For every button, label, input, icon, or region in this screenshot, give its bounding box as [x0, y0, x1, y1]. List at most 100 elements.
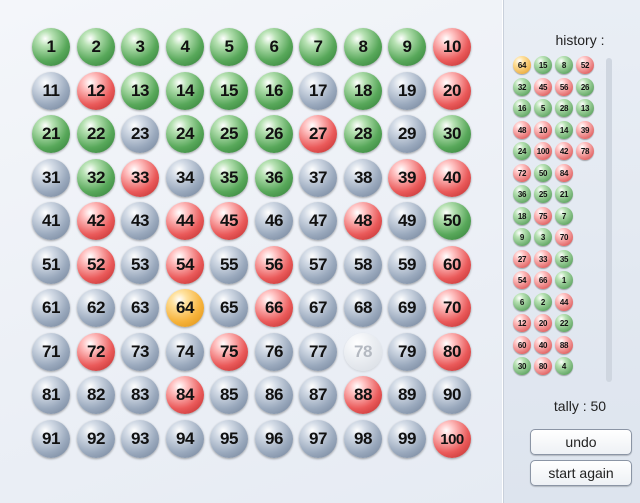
number-ball-18[interactable]: 18 — [344, 72, 382, 110]
number-ball-33[interactable]: 33 — [121, 159, 159, 197]
number-ball-54[interactable]: 54 — [166, 246, 204, 284]
number-ball-21[interactable]: 21 — [32, 115, 70, 153]
number-ball-87[interactable]: 87 — [299, 376, 337, 414]
number-ball-97[interactable]: 97 — [299, 420, 337, 458]
number-ball-81[interactable]: 81 — [32, 376, 70, 414]
number-ball-90[interactable]: 90 — [433, 376, 471, 414]
number-ball-10[interactable]: 10 — [433, 28, 471, 66]
number-ball-73[interactable]: 73 — [121, 333, 159, 371]
number-ball-55[interactable]: 55 — [210, 246, 248, 284]
number-ball-36[interactable]: 36 — [255, 159, 293, 197]
number-ball-69[interactable]: 69 — [388, 289, 426, 327]
number-ball-22[interactable]: 22 — [77, 115, 115, 153]
number-ball-79[interactable]: 79 — [388, 333, 426, 371]
number-ball-60[interactable]: 60 — [433, 246, 471, 284]
number-ball-35[interactable]: 35 — [210, 159, 248, 197]
number-ball-26[interactable]: 26 — [255, 115, 293, 153]
number-ball-96[interactable]: 96 — [255, 420, 293, 458]
number-ball-32[interactable]: 32 — [77, 159, 115, 197]
number-ball-39[interactable]: 39 — [388, 159, 426, 197]
number-ball-64[interactable]: 64 — [166, 289, 204, 327]
number-ball-47[interactable]: 47 — [299, 202, 337, 240]
number-ball-63[interactable]: 63 — [121, 289, 159, 327]
history-scrollbar[interactable] — [606, 58, 612, 382]
number-ball-1[interactable]: 1 — [32, 28, 70, 66]
number-ball-93[interactable]: 93 — [121, 420, 159, 458]
number-ball-58[interactable]: 58 — [344, 246, 382, 284]
number-ball-46[interactable]: 46 — [255, 202, 293, 240]
number-ball-43[interactable]: 43 — [121, 202, 159, 240]
number-ball-83[interactable]: 83 — [121, 376, 159, 414]
number-ball-92[interactable]: 92 — [77, 420, 115, 458]
number-ball-25[interactable]: 25 — [210, 115, 248, 153]
number-ball-24[interactable]: 24 — [166, 115, 204, 153]
number-ball-37[interactable]: 37 — [299, 159, 337, 197]
number-ball-44[interactable]: 44 — [166, 202, 204, 240]
number-ball-56[interactable]: 56 — [255, 246, 293, 284]
number-ball-4[interactable]: 4 — [166, 28, 204, 66]
number-ball-7[interactable]: 7 — [299, 28, 337, 66]
number-ball-61[interactable]: 61 — [32, 289, 70, 327]
start-again-button[interactable]: start again — [530, 460, 632, 486]
number-ball-12[interactable]: 12 — [77, 72, 115, 110]
number-ball-19[interactable]: 19 — [388, 72, 426, 110]
number-ball-20[interactable]: 20 — [433, 72, 471, 110]
number-ball-41[interactable]: 41 — [32, 202, 70, 240]
number-ball-77[interactable]: 77 — [299, 333, 337, 371]
number-ball-57[interactable]: 57 — [299, 246, 337, 284]
number-ball-2[interactable]: 2 — [77, 28, 115, 66]
number-ball-31[interactable]: 31 — [32, 159, 70, 197]
number-ball-100[interactable]: 100 — [433, 420, 471, 458]
number-ball-72[interactable]: 72 — [77, 333, 115, 371]
number-ball-30[interactable]: 30 — [433, 115, 471, 153]
number-ball-78[interactable]: 78 — [344, 333, 382, 371]
number-ball-70[interactable]: 70 — [433, 289, 471, 327]
number-ball-45[interactable]: 45 — [210, 202, 248, 240]
number-ball-62[interactable]: 62 — [77, 289, 115, 327]
number-ball-74[interactable]: 74 — [166, 333, 204, 371]
number-ball-85[interactable]: 85 — [210, 376, 248, 414]
number-ball-17[interactable]: 17 — [299, 72, 337, 110]
number-ball-50[interactable]: 50 — [433, 202, 471, 240]
number-ball-88[interactable]: 88 — [344, 376, 382, 414]
number-ball-82[interactable]: 82 — [77, 376, 115, 414]
number-ball-6[interactable]: 6 — [255, 28, 293, 66]
number-ball-9[interactable]: 9 — [388, 28, 426, 66]
number-ball-15[interactable]: 15 — [210, 72, 248, 110]
number-ball-75[interactable]: 75 — [210, 333, 248, 371]
number-ball-76[interactable]: 76 — [255, 333, 293, 371]
number-ball-86[interactable]: 86 — [255, 376, 293, 414]
number-ball-53[interactable]: 53 — [121, 246, 159, 284]
number-ball-91[interactable]: 91 — [32, 420, 70, 458]
number-ball-84[interactable]: 84 — [166, 376, 204, 414]
number-ball-13[interactable]: 13 — [121, 72, 159, 110]
undo-button[interactable]: undo — [530, 429, 632, 455]
number-ball-28[interactable]: 28 — [344, 115, 382, 153]
number-ball-48[interactable]: 48 — [344, 202, 382, 240]
number-ball-14[interactable]: 14 — [166, 72, 204, 110]
number-ball-11[interactable]: 11 — [32, 72, 70, 110]
number-ball-94[interactable]: 94 — [166, 420, 204, 458]
number-ball-38[interactable]: 38 — [344, 159, 382, 197]
number-ball-8[interactable]: 8 — [344, 28, 382, 66]
number-ball-5[interactable]: 5 — [210, 28, 248, 66]
number-ball-49[interactable]: 49 — [388, 202, 426, 240]
number-ball-71[interactable]: 71 — [32, 333, 70, 371]
number-ball-51[interactable]: 51 — [32, 246, 70, 284]
number-ball-67[interactable]: 67 — [299, 289, 337, 327]
number-ball-29[interactable]: 29 — [388, 115, 426, 153]
number-ball-34[interactable]: 34 — [166, 159, 204, 197]
number-ball-59[interactable]: 59 — [388, 246, 426, 284]
number-ball-98[interactable]: 98 — [344, 420, 382, 458]
number-ball-27[interactable]: 27 — [299, 115, 337, 153]
number-ball-65[interactable]: 65 — [210, 289, 248, 327]
number-ball-80[interactable]: 80 — [433, 333, 471, 371]
number-ball-42[interactable]: 42 — [77, 202, 115, 240]
number-ball-3[interactable]: 3 — [121, 28, 159, 66]
number-ball-52[interactable]: 52 — [77, 246, 115, 284]
number-ball-40[interactable]: 40 — [433, 159, 471, 197]
number-ball-99[interactable]: 99 — [388, 420, 426, 458]
number-ball-23[interactable]: 23 — [121, 115, 159, 153]
number-ball-66[interactable]: 66 — [255, 289, 293, 327]
number-ball-89[interactable]: 89 — [388, 376, 426, 414]
